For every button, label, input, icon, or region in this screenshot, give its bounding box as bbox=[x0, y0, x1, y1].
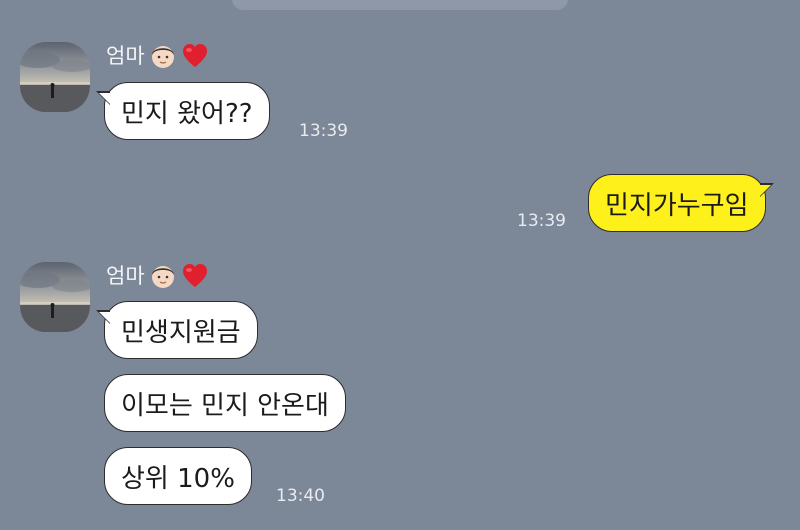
message-time: 13:40 bbox=[276, 486, 325, 506]
boy-face-icon bbox=[149, 42, 177, 70]
message-time: 13:39 bbox=[517, 211, 566, 231]
incoming-message-bubble[interactable]: 민지 왔어?? bbox=[96, 82, 270, 140]
sender-avatar[interactable] bbox=[20, 42, 90, 112]
sender-row: 엄마 bbox=[106, 40, 209, 72]
message-text: 민지 왔어?? bbox=[121, 98, 253, 129]
sender-row: 엄마 bbox=[106, 260, 209, 292]
sender-name: 엄마 bbox=[106, 43, 145, 68]
incoming-message-bubble[interactable]: 이모는 민지 안온대 bbox=[104, 374, 346, 432]
message-text: 민생지원금 bbox=[121, 317, 241, 348]
message-time: 13:39 bbox=[299, 121, 348, 141]
message-text: 이모는 민지 안온대 bbox=[121, 390, 329, 421]
red-heart-icon bbox=[181, 42, 209, 70]
red-heart-icon bbox=[181, 262, 209, 290]
top-date-pill bbox=[232, 0, 568, 10]
sender-name: 엄마 bbox=[106, 263, 145, 288]
boy-face-icon bbox=[149, 262, 177, 290]
message-text: 민지가누구임 bbox=[605, 190, 749, 221]
sender-avatar[interactable] bbox=[20, 262, 90, 332]
message-text: 상위 10% bbox=[121, 463, 235, 494]
outgoing-message-bubble[interactable]: 민지가누구임 bbox=[588, 174, 774, 232]
incoming-message-bubble[interactable]: 민생지원금 bbox=[96, 301, 258, 359]
incoming-message-bubble[interactable]: 상위 10% bbox=[104, 447, 252, 505]
